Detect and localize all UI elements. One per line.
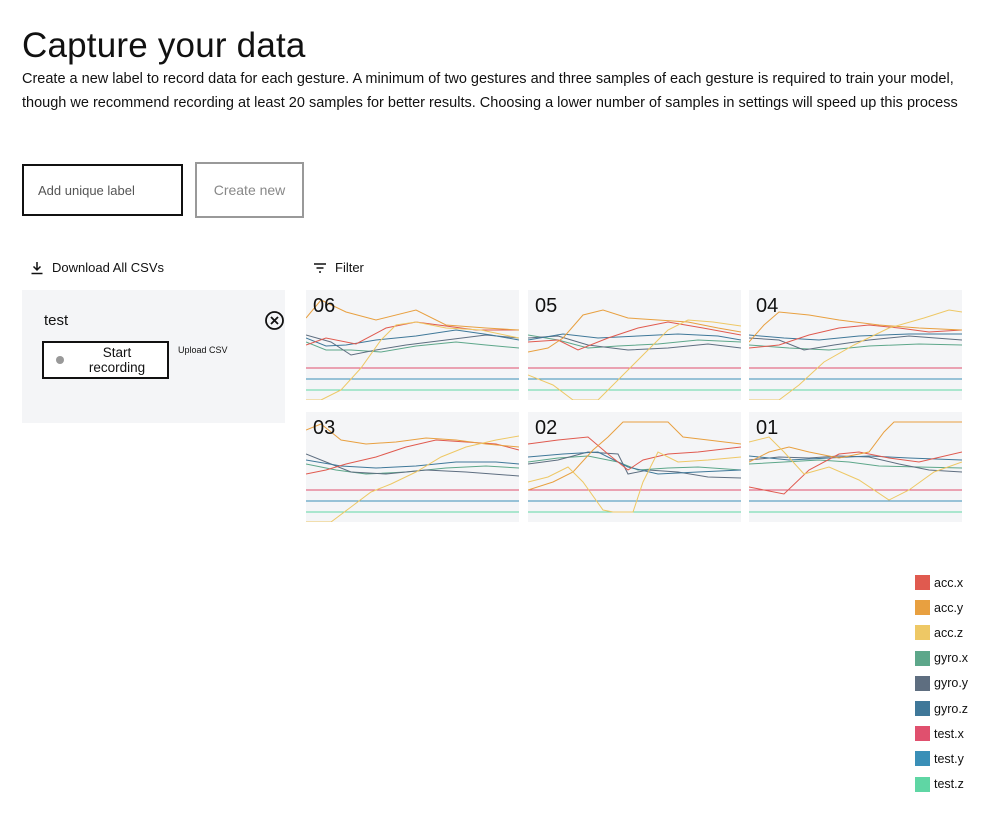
create-new-button[interactable]: Create new — [195, 162, 304, 218]
legend-item-gyro-y: gyro.y — [915, 671, 968, 696]
intro-text: Create a new label to record data for ea… — [22, 70, 958, 111]
series-line — [749, 421, 962, 463]
upload-csv-link[interactable]: Upload CSV — [178, 345, 228, 355]
start-recording-label: Start recording — [88, 345, 146, 375]
start-recording-button[interactable]: Start recording — [42, 341, 169, 379]
series-line — [749, 343, 962, 351]
legend-item-acc-y: acc.y — [915, 595, 968, 620]
sample-card-06[interactable]: 06 — [306, 290, 519, 400]
legend-item-gyro-x: gyro.x — [915, 646, 968, 671]
series-line — [306, 439, 519, 475]
legend-label: gyro.z — [934, 701, 969, 716]
sample-chart — [306, 423, 519, 522]
legend-swatch — [915, 650, 930, 666]
download-all-csvs-label: Download All CSVs — [52, 260, 164, 275]
legend-swatch — [915, 675, 930, 691]
sample-card-02[interactable]: 02 — [528, 412, 741, 522]
sample-card-05[interactable]: 05 — [528, 290, 741, 400]
legend-swatch — [915, 776, 930, 792]
download-icon — [30, 261, 44, 275]
series-line — [306, 321, 519, 346]
series-line — [528, 421, 741, 491]
legend-label: acc.y — [934, 600, 964, 615]
gesture-label: test — [44, 312, 69, 329]
series-line — [306, 321, 519, 400]
series-line — [306, 435, 519, 522]
chart-legend: acc.x acc.y acc.z gyro.x gyro.y gyro.z t… — [915, 570, 968, 797]
filter-icon — [313, 262, 327, 274]
close-circle-icon[interactable] — [264, 310, 285, 336]
page-title: Capture your data — [22, 26, 306, 66]
sample-card-04[interactable]: 04 — [749, 290, 962, 400]
series-line — [528, 451, 741, 513]
legend-label: acc.x — [934, 575, 964, 590]
legend-label: test.y — [934, 751, 964, 766]
download-all-csvs-link[interactable]: Download All CSVs — [30, 260, 164, 275]
record-dot-icon — [56, 356, 64, 364]
legend-item-gyro-z: gyro.z — [915, 696, 968, 721]
legend-label: test.x — [934, 726, 964, 741]
filter-button[interactable]: Filter — [313, 260, 364, 275]
gesture-card: test Start recording Upload CSV — [22, 290, 285, 423]
sample-chart — [528, 309, 741, 400]
series-line — [306, 329, 519, 347]
sample-card-01[interactable]: 01 — [749, 412, 962, 522]
series-line — [749, 333, 962, 341]
label-input[interactable] — [22, 164, 183, 216]
sample-card-03[interactable]: 03 — [306, 412, 519, 522]
sample-chart — [528, 421, 741, 513]
sample-number: 02 — [535, 417, 558, 439]
series-line — [528, 451, 741, 479]
legend-label: acc.z — [934, 625, 964, 640]
legend-swatch — [915, 575, 930, 591]
series-line — [749, 436, 962, 501]
legend-item-test-x: test.x — [915, 721, 968, 746]
series-line — [528, 309, 741, 353]
series-line — [306, 299, 519, 331]
legend-swatch — [915, 726, 930, 742]
legend-swatch — [915, 751, 930, 767]
filter-label: Filter — [335, 260, 364, 275]
legend-label: gyro.y — [934, 676, 969, 691]
series-line — [749, 309, 962, 400]
series-line — [528, 455, 741, 471]
series-line — [749, 459, 962, 469]
sample-number: 01 — [756, 417, 779, 439]
legend-item-acc-z: acc.z — [915, 620, 968, 645]
sample-chart — [749, 421, 962, 513]
series-line — [528, 319, 741, 400]
sample-number: 05 — [535, 295, 558, 317]
legend-label: gyro.x — [934, 651, 969, 666]
sample-number: 03 — [313, 417, 336, 439]
sample-chart — [306, 299, 519, 400]
legend-label: test.z — [934, 777, 964, 792]
legend-item-acc-x: acc.x — [915, 570, 968, 595]
sample-chart — [749, 309, 962, 400]
legend-swatch — [915, 600, 930, 616]
legend-item-test-z: test.z — [915, 772, 968, 797]
legend-swatch — [915, 701, 930, 717]
series-line — [528, 436, 741, 471]
series-line — [528, 335, 741, 351]
legend-swatch — [915, 625, 930, 641]
sample-number: 04 — [756, 295, 779, 317]
legend-item-test-y: test.y — [915, 746, 968, 771]
sample-number: 06 — [313, 295, 336, 317]
